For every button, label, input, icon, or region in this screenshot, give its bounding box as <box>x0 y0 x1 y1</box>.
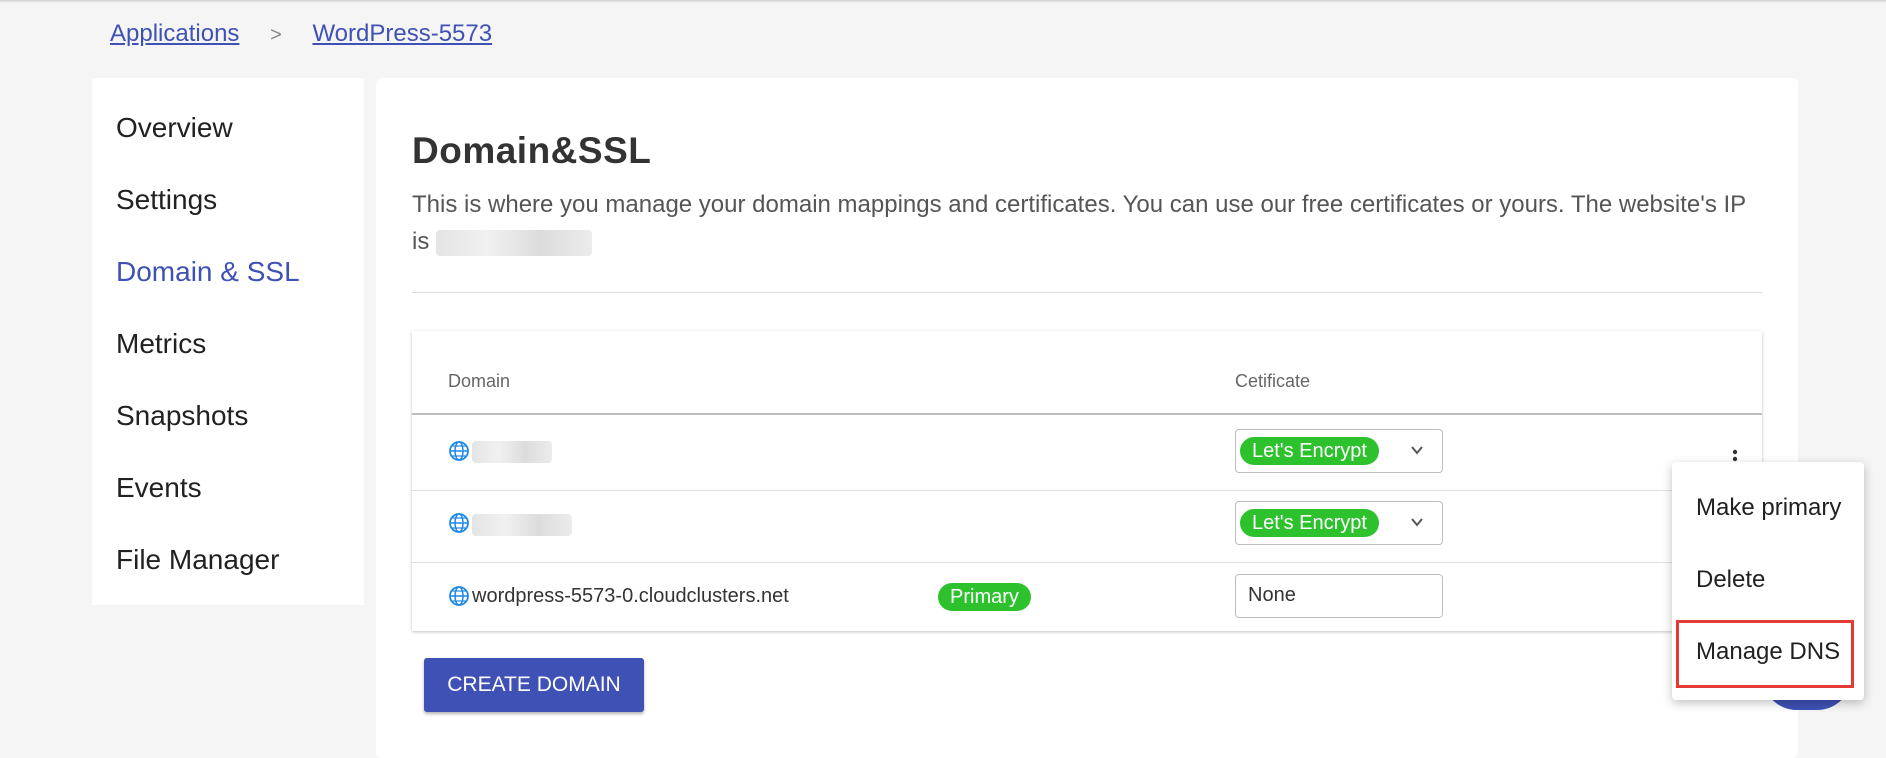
chevron-down-icon <box>1411 518 1423 527</box>
globe-icon <box>449 513 469 533</box>
certificate-value: None <box>1248 584 1296 606</box>
certificate-select[interactable]: None <box>1235 574 1443 618</box>
domain-name: wordpress-5573-0.cloudclusters.net <box>472 585 789 607</box>
row-divider <box>412 562 1762 563</box>
description-line-2: is <box>412 228 430 255</box>
highlight-box <box>1676 620 1854 688</box>
chevron-down-icon <box>1411 446 1423 455</box>
certificate-select[interactable]: Let's Encrypt <box>1235 501 1443 545</box>
column-header-certificate: Cetificate <box>1235 371 1311 391</box>
sidebar-item-settings[interactable]: Settings <box>116 184 217 216</box>
sidebar-item-domain-ssl[interactable]: Domain & SSL <box>116 256 300 288</box>
redacted-domain <box>472 514 572 536</box>
breadcrumb: Applications > WordPress-5573 <box>110 20 492 48</box>
primary-badge: Primary <box>938 583 1031 611</box>
certificate-select[interactable]: Let's Encrypt <box>1235 429 1443 473</box>
redacted-domain <box>472 441 552 463</box>
menu-item-make-primary[interactable]: Make primary <box>1696 494 1841 522</box>
create-domain-button[interactable]: CREATE DOMAIN <box>424 658 644 712</box>
domain-table: Domain Cetificate Let's Encrypt Let's En… <box>412 331 1762 631</box>
top-shadow <box>0 0 1886 3</box>
breadcrumb-app-link[interactable]: WordPress-5573 <box>312 20 492 47</box>
globe-icon <box>449 586 469 606</box>
redacted-ip <box>436 229 593 256</box>
page-description: This is where you manage your domain map… <box>412 186 1772 260</box>
globe-icon <box>449 441 469 461</box>
sidebar-item-snapshots[interactable]: Snapshots <box>116 400 248 432</box>
breadcrumb-separator: > <box>270 24 282 46</box>
sidebar-item-overview[interactable]: Overview <box>116 112 233 144</box>
row-context-menu: Make primary Delete Manage DNS <box>1672 462 1864 700</box>
certificate-chip: Let's Encrypt <box>1240 437 1379 465</box>
breadcrumb-applications-link[interactable]: Applications <box>110 20 239 47</box>
description-line-1: This is where you manage your domain map… <box>412 191 1747 218</box>
main-panel: Domain&SSL This is where you manage your… <box>376 78 1798 758</box>
certificate-chip: Let's Encrypt <box>1240 509 1379 537</box>
sidebar-item-metrics[interactable]: Metrics <box>116 328 206 360</box>
sidebar: Overview Settings Domain & SSL Metrics S… <box>92 78 364 605</box>
header-divider <box>412 413 1762 415</box>
menu-item-delete[interactable]: Delete <box>1696 566 1765 594</box>
page-title: Domain&SSL <box>412 130 652 171</box>
sidebar-item-events[interactable]: Events <box>116 472 202 504</box>
divider <box>412 292 1762 293</box>
column-header-domain: Domain <box>448 371 511 391</box>
sidebar-item-file-manager[interactable]: File Manager <box>116 544 279 576</box>
row-divider <box>412 490 1762 491</box>
